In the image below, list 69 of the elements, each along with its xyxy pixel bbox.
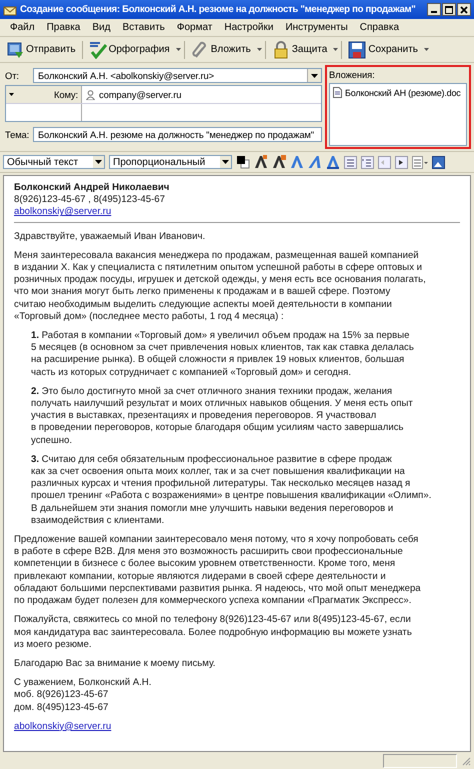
menu-item[interactable]: Формат [170,22,218,33]
attachment-file[interactable]: Болконский АН (резюме).doc [345,88,461,98]
paperclip-icon [190,40,209,58]
color-picker-icon[interactable] [236,155,250,169]
recipient-address[interactable]: company@server.ru [99,89,182,100]
toolbar-button[interactable]: Сохранить [345,40,422,60]
maximize-icon [445,6,453,14]
dropdown-caret-icon [95,160,102,164]
dropdown-caret-icon[interactable] [424,48,430,51]
dropdown-caret-icon [311,74,318,78]
dropdown-caret-icon[interactable] [176,48,181,51]
paragraph-style-select[interactable]: Обычный текст [3,155,105,169]
email-link[interactable]: abolkonskiy@server.ru [14,720,112,732]
letter-paragraph: Пожалуйста, свяжитесь со мной по телефону 8(926)123-45-67 или 8(495)123-45-67, если моя кандидатура вас заинтересовала. Более подробную информацию вы можете узнать из моего резюме. [14,614,413,651]
letter-paragraph: С уважением, Болконский А.Н. моб. 8(926)123-45-67 дом. 8(495)123-45-67 [14,677,152,714]
close-icon [460,6,468,14]
dropdown-caret-icon[interactable] [333,48,338,51]
font-select[interactable]: Пропорциональный [109,155,232,169]
dropdown-caret-icon [222,160,229,164]
toolbar-button[interactable]: Защита [268,40,330,60]
maximize-button[interactable] [442,3,456,16]
numbered-paragraph: 3. Считаю для себя обязательным профессиональное развитие в сфере продаж как за счет освоения опыта моих коллег, так и за счет повышения квалификации на различных курсах и чтения профильной литературы. Так несколько месяцев назад я прошел тренинг «Работа с возражениями» в центре повышения квалификации «Олимп». В дальнейшем эти знания помогли мне улучшить навыки ведения переговоров и взаимодействия с клиентами. [31,454,432,528]
checkmark-icon [88,40,107,58]
email-link[interactable]: abolkonskiy@server.ru [14,206,112,218]
padlock-icon [272,40,290,58]
letter-paragraph: Предложение вашей компании заинтересовало меня потому, что я хочу попробовать себя в работе в сфере B2B. Для меня это возможность расширить свои профессиональные компетенции в бизнесе с более высоким уровнем ответственности. Кроме того, меня привлекают компании, которые являются лидерами в своей сфере деятельности и обладают большими перспективами развития рынка. Я надеюсь, что мой опыт менеджера по продажам будет полезен для коммерческого успеха компании «Прагматик Экспресс». [14,534,422,608]
person-icon [86,90,95,100]
menu-item[interactable]: Файл [4,22,41,33]
menu-item[interactable]: Справка [354,22,406,33]
menu-item[interactable]: Инструменты [279,22,354,33]
field-label: От: [4,70,20,81]
menu-item[interactable]: Правка [40,22,86,33]
attachments-label: Вложения: [329,69,376,80]
menu-item[interactable]: Вставить [116,22,171,33]
close-button[interactable] [457,3,471,16]
font-smaller-icon[interactable] [254,155,268,169]
toolbar-button[interactable]: Вложить [188,40,254,60]
sender-select[interactable]: Болконский А.Н. <abolkonskiy@server.ru> [33,68,322,83]
numbered-paragraph: 2. Это было достигнуто мной за счет отличного знания техники продаж, желания получать наилучший результат и моих отличных навыков общения. У меня есть опыт участия в выставках, презентациях и проведения переговоров. Я участвовал в проведении переговоров, которые благодаря общим усилиям часто завершались успешно. [31,386,414,447]
insert-image-icon[interactable] [432,156,445,168]
resize-grip-icon[interactable] [461,756,471,766]
envelope-icon [3,4,17,16]
subject-field[interactable]: Болконский А.Н. резюме на должность "менеджер по продажам" [33,127,322,142]
menu-item[interactable]: Вид [86,22,116,33]
letter-paragraph: Здравствуйте, уважаемый Иван Иванович. [14,230,206,243]
recipient-type-select[interactable]: Кому: [6,86,82,103]
sender-phones: 8(926)123-45-67 , 8(495)123-45-67 [14,194,166,206]
font-larger-icon[interactable] [272,155,286,169]
document-icon [333,87,342,98]
toolbar-button[interactable]: Орфография [86,40,173,60]
indent-icon[interactable] [395,156,408,168]
align-icon[interactable] [412,156,428,168]
numbered-paragraph: 1. Работая в компании «Торговый дом» я увеличил объем продаж на 15% за первые 5 месяцев (в основном за счет привлечения новых клиентов, так как ставка делалась на расширение рынка). В общей сложности я привлек 19 новых клиентов, большая часть из которых сотрудничает с компанией «Торговый дом» и сегодня. [31,330,415,379]
window-title: Создание сообщения: Болконский А.Н. резюме на должность "менеджер по продажам" [20,4,417,15]
dropdown-caret-icon [9,93,14,96]
letter-paragraph: Благодарю Вас за внимание к моему письму. [14,658,216,670]
toolbar-button[interactable]: Отправить [3,40,79,60]
envelope-icon [6,40,24,58]
dropdown-caret-icon[interactable] [256,48,262,51]
minimize-button[interactable] [427,3,441,16]
menu-item[interactable]: Настройки [218,22,280,33]
underline-icon[interactable] [326,155,340,169]
sender-name: Болконский Андрей Николаевич [14,182,170,194]
bulleted-list-icon[interactable] [344,156,357,168]
letter-paragraph: Меня заинтересовала вакансия менеджера по продажам, размещенная вашей компанией в издании Х. Как у специалиста с пятилетним опытом успешной работы в сфере оптовых и розничных продаж посуды, игрушек и детской одежды, у меня есть все основания полагать, что мои знания могут быть легко применены к продажам и в вашей сфере. Поэтому считаю необходимым выделить следующие аспекты моей деятельности в компании «Торговый дом» (последнее место работы, 1 год 4 месяца) : [14,250,427,324]
field-label: Тема: [4,129,29,140]
numbered-list-icon[interactable] [361,156,374,168]
italic-icon[interactable] [308,155,322,169]
minimize-icon [431,11,437,13]
